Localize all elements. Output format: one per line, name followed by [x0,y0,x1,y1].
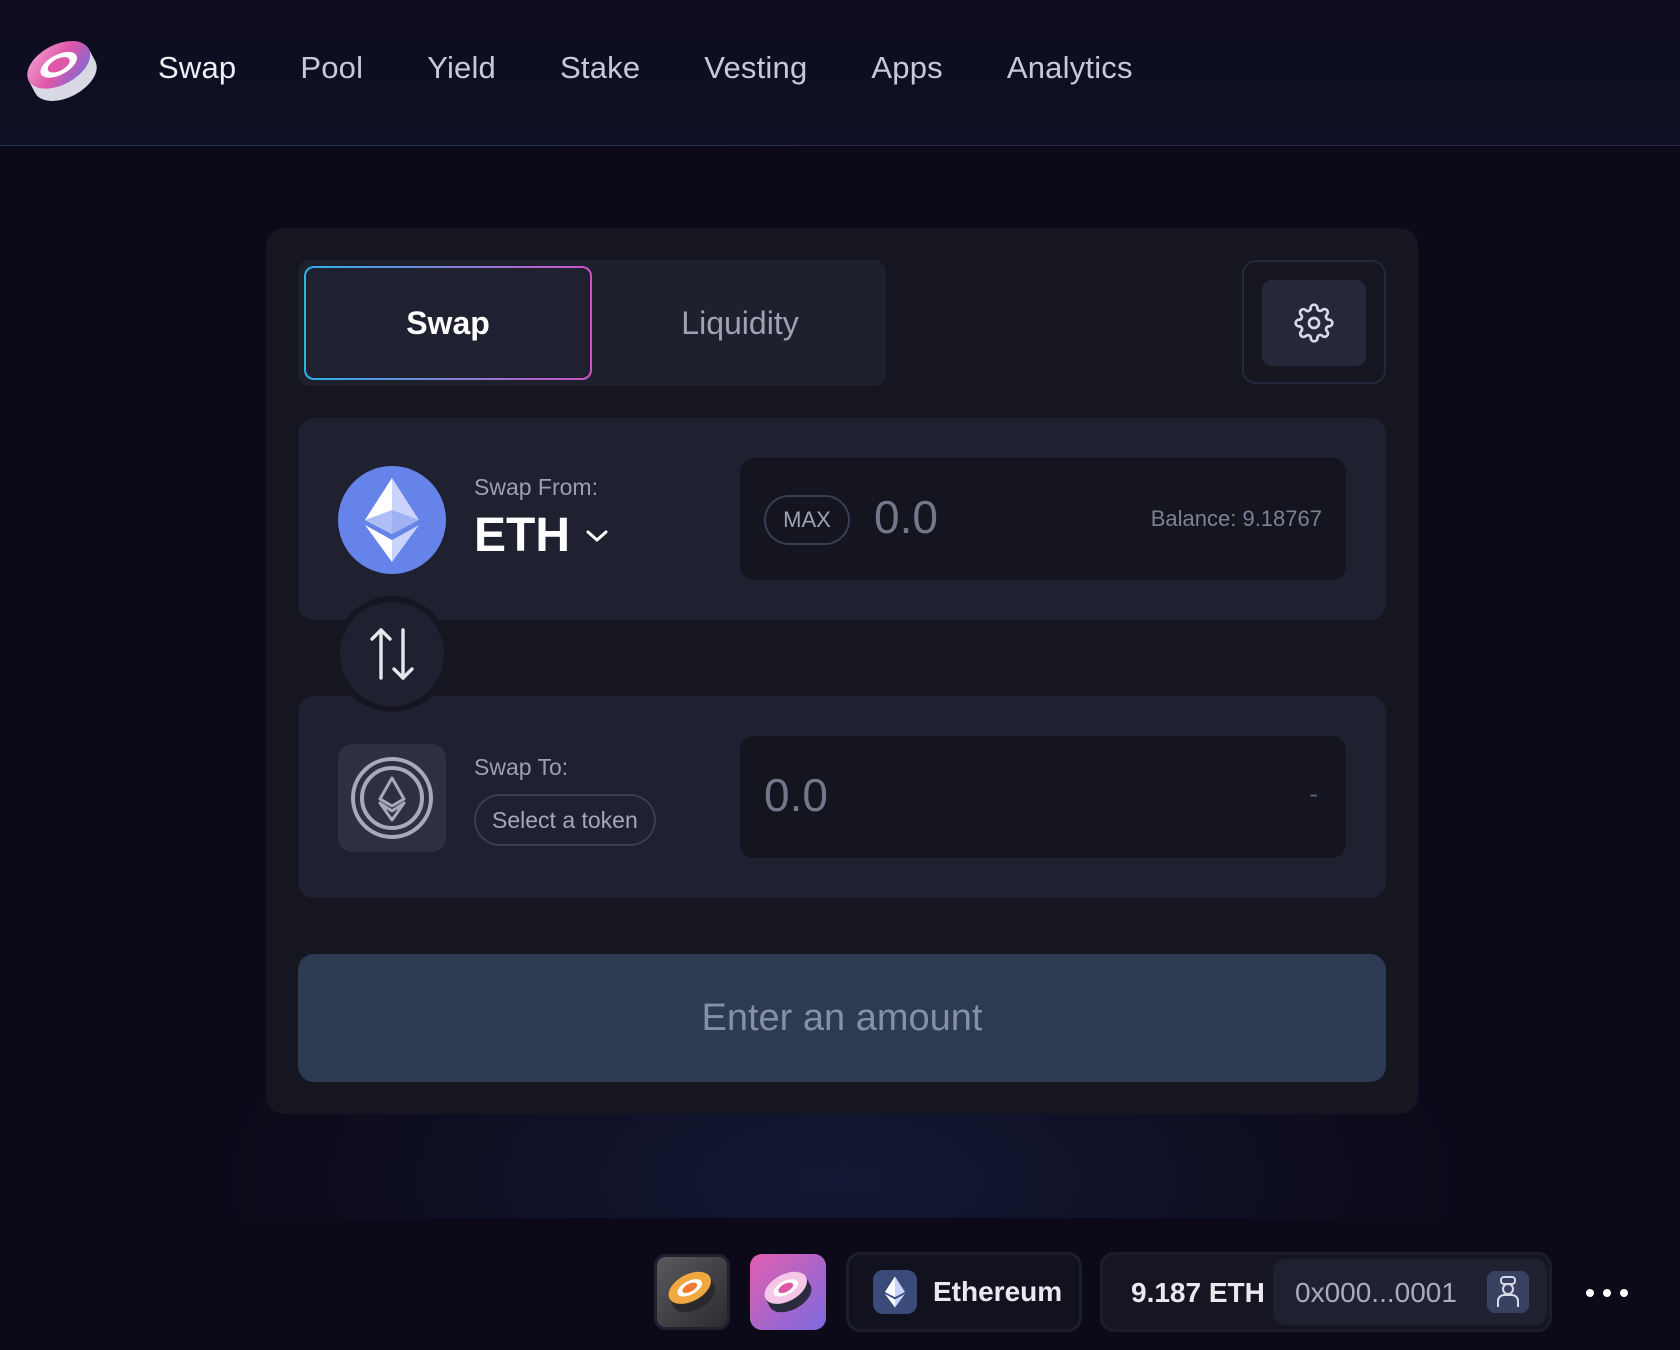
eth-balance: 9.187 ETH [1131,1277,1265,1308]
nav-yield[interactable]: Yield [427,50,496,86]
account-pill: 9.187 ETH 0x000...0001 [1100,1252,1552,1332]
settings-button[interactable] [1262,280,1366,366]
sushi-app-icon-dark[interactable] [654,1254,730,1330]
select-token-button[interactable]: Select a token [474,794,656,846]
wallet-address-button[interactable]: 0x000...0001 [1273,1259,1547,1325]
more-icon[interactable] [1586,1280,1628,1306]
wallet-address: 0x000...0001 [1295,1277,1457,1308]
nav-analytics[interactable]: Analytics [1007,50,1133,86]
nav-vesting[interactable]: Vesting [704,50,807,86]
swap-card: Swap Liquidity Swap From: ETH MAX 0.0 Ba… [266,228,1418,1114]
from-amount-input[interactable]: 0.0 [874,490,938,544]
swap-from-label: Swap From: [474,474,598,500]
swap-tabs: Swap Liquidity [298,260,886,386]
top-header: Swap Pool Yield Stake Vesting Apps Analy… [0,0,1680,146]
gear-icon [1294,303,1334,343]
from-token-name: ETH [474,509,570,562]
switch-tokens-button[interactable] [334,596,450,712]
nav-stake[interactable]: Stake [560,50,640,86]
eth-icon[interactable] [338,466,446,574]
nav-apps[interactable]: Apps [871,50,942,86]
sushi-logo-icon[interactable] [22,34,102,108]
to-amount-box: 0.0 - [740,736,1346,858]
swap-from-panel: Swap From: ETH MAX 0.0 Balance: 9.18767 [298,418,1386,620]
from-token-selector[interactable]: ETH [474,508,610,563]
chevron-down-icon [586,530,608,541]
settings-frame [1242,260,1386,384]
to-amount-input[interactable]: 0.0 [764,768,828,822]
from-balance: Balance: 9.18767 [1150,506,1322,531]
swap-to-label: Swap To: [474,754,569,780]
chef-avatar-icon [1487,1271,1529,1313]
max-button[interactable]: MAX [764,495,850,545]
sushi-app-icon-color[interactable] [750,1254,826,1330]
to-balance: - [1309,780,1318,808]
main-nav: Swap Pool Yield Stake Vesting Apps Analy… [158,50,1197,86]
swap-to-panel: Swap To: Select a token 0.0 - [298,696,1386,898]
eth-outline-icon[interactable] [338,744,446,852]
swap-arrows-icon [370,628,414,680]
network-name: Ethereum [933,1276,1063,1307]
from-amount-box: MAX 0.0 Balance: 9.18767 [740,458,1346,580]
nav-swap[interactable]: Swap [158,50,236,86]
nav-pool[interactable]: Pool [300,50,363,86]
enter-amount-button[interactable]: Enter an amount [298,954,1386,1082]
eth-network-icon [873,1270,917,1314]
network-selector[interactable]: Ethereum [846,1252,1082,1332]
tab-swap[interactable]: Swap [304,266,592,380]
tab-liquidity[interactable]: Liquidity [596,266,884,380]
